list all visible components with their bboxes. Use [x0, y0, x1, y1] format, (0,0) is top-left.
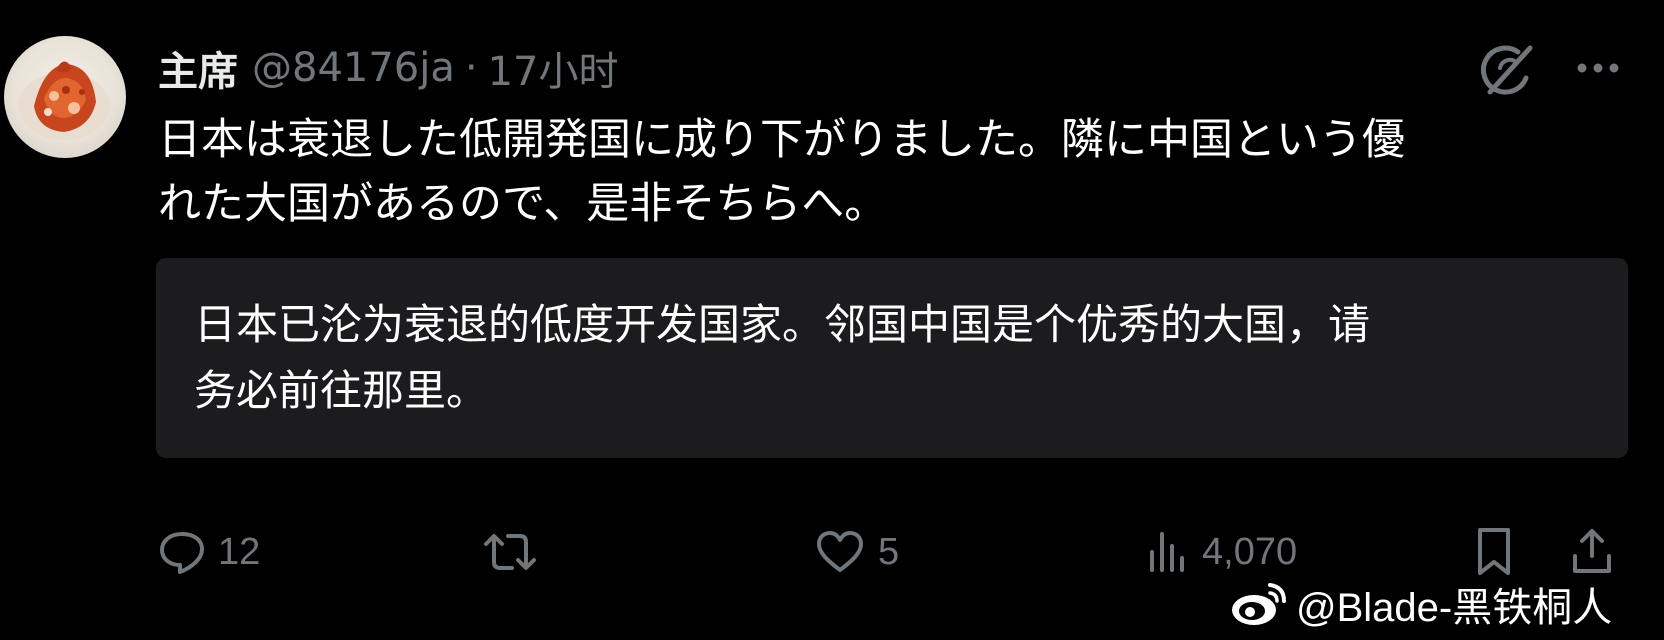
- display-name[interactable]: 主席: [158, 39, 238, 97]
- retweet-button[interactable]: [482, 520, 550, 584]
- heart-icon: [817, 531, 863, 572]
- weibo-logo-icon: [1232, 583, 1286, 625]
- retweet-icon: [484, 534, 536, 570]
- like-button[interactable]: 5: [814, 520, 899, 584]
- bookmark-icon: [1478, 528, 1510, 575]
- user-handle[interactable]: @84176ja: [252, 45, 455, 91]
- timestamp[interactable]: 17小时: [488, 39, 619, 97]
- translation-line: 日本已沦为衰退的低度开发国家。邻国中国是个优秀的大国，请: [194, 300, 1371, 349]
- translation-box: 日本已沦为衰退的低度开发国家。邻国中国是个优秀的大国，请 务必前往那里。: [156, 258, 1628, 458]
- tweet-text: 日本は衰退した低開発国に成り下がりました。隣に中国という優 れた大国があるので、…: [158, 108, 1628, 236]
- like-count: 5: [878, 530, 900, 573]
- views-count: 4,070: [1202, 530, 1298, 573]
- reply-icon: [160, 532, 204, 574]
- translation-text: 日本已沦为衰退的低度开发国家。邻国中国是个优秀的大国，请 务必前往那里。: [194, 292, 1370, 424]
- translation-line: 务必前往那里。: [194, 366, 489, 415]
- avatar[interactable]: [4, 36, 126, 158]
- views-icon: [1150, 532, 1184, 572]
- share-icon: [1573, 529, 1611, 573]
- reply-button[interactable]: 12: [158, 520, 260, 584]
- more-icon[interactable]: [1568, 46, 1628, 90]
- views-button[interactable]: 4,070: [1146, 520, 1297, 584]
- watermark: @Blade-黑铁桐人: [1228, 576, 1612, 632]
- tweet-text-line: 日本は衰退した低開発国に成り下がりました。隣に中国という優: [158, 115, 1405, 165]
- reply-count: 12: [218, 530, 261, 573]
- tweet: 主席 @84176ja · 17小时 日本は衰退した低開発国に成り下がりました。…: [0, 0, 1664, 640]
- tweet-text-line: れた大国があるので、是非そちらへ。: [158, 179, 888, 229]
- avatar-food-image: [18, 61, 110, 140]
- grok-icon[interactable]: [1480, 42, 1536, 98]
- separator-dot: ·: [464, 45, 478, 91]
- tweet-header: 主席 @84176ja · 17小时: [158, 38, 619, 98]
- watermark-text: @Blade-黑铁桐人: [1296, 586, 1613, 630]
